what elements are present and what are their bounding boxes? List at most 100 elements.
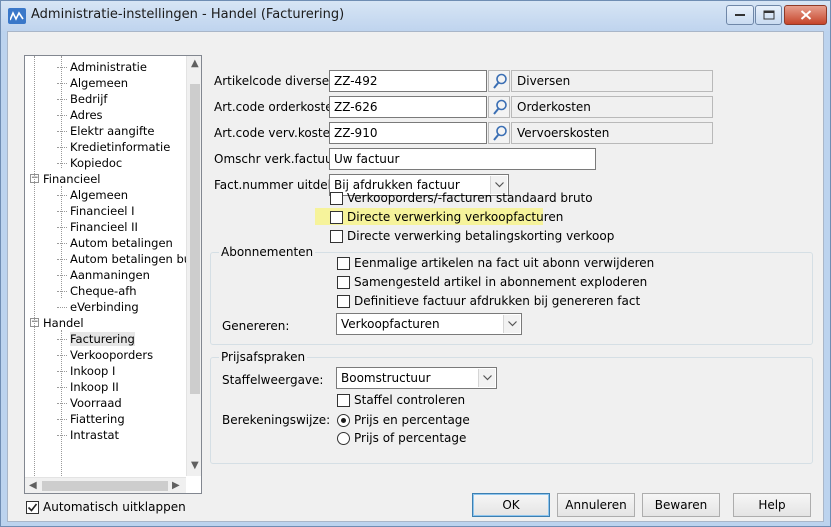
checkbox-standaard-bruto-label: Verkooporders/-facturen standaard bruto	[347, 191, 593, 205]
tree-connector	[57, 275, 67, 276]
radio-prijs-of-percentage-circle[interactable]	[337, 432, 350, 445]
tree-item-label: Intrastat	[70, 428, 120, 442]
staffelweergave-select[interactable]: Boomstructuur	[336, 367, 497, 389]
checkmark-icon	[27, 503, 38, 512]
artikelcode-diversen-search-button[interactable]	[488, 70, 510, 92]
tree-guide-line	[61, 186, 62, 298]
annuleren-button[interactable]: Annuleren	[557, 493, 635, 517]
ok-button[interactable]: OK	[472, 493, 550, 517]
tree-item[interactable]: Inkoop I	[70, 363, 115, 379]
artikelcode-diversen-label: Artikelcode diversen:	[214, 74, 341, 88]
checkbox-samengesteld-artikel-box[interactable]	[337, 276, 350, 289]
checkbox-eenmalige-artikelen-box[interactable]	[337, 257, 350, 270]
berekeningswijze-label: Berekeningswijze:	[222, 413, 331, 427]
tree-item[interactable]: Verkooporders	[70, 347, 153, 363]
tree-horizontal-thumb[interactable]	[42, 481, 168, 491]
tree-vertical-scrollbar[interactable]: ▲ ▼	[186, 56, 201, 476]
search-icon	[493, 125, 507, 141]
tree-item[interactable]: Facturering	[70, 331, 135, 347]
tree-item[interactable]: Financieel	[43, 171, 100, 187]
art-code-orderkosten-input[interactable]: ZZ-626	[329, 96, 487, 118]
tree-item-label: Autom betalingen bui	[70, 252, 195, 266]
tree-item-label: Financieel	[43, 172, 101, 186]
tree-connector	[57, 339, 67, 340]
tree-item[interactable]: Aanmaningen	[70, 267, 150, 283]
fact-nummer-uitdelen-value: Bij afdrukken factuur	[334, 178, 460, 192]
tree-item[interactable]: Fiattering	[70, 411, 125, 427]
title-bar[interactable]: Administratie-instellingen - Handel (Fac…	[1, 1, 830, 31]
close-button[interactable]	[784, 5, 827, 25]
scroll-left-icon[interactable]: ◀	[29, 480, 37, 491]
tree-item[interactable]: Intrastat	[70, 427, 119, 443]
checkbox-staffel-controleren-label: Staffel controleren	[354, 393, 466, 407]
tree-item[interactable]: Kopiedoc	[70, 155, 122, 171]
art-code-orderkosten-search-button[interactable]	[488, 96, 510, 118]
checkbox-directe-verwerking-verkoopfacturen-box[interactable]	[330, 211, 343, 224]
tree-connector	[57, 163, 67, 164]
tree-connector	[57, 67, 67, 68]
tree-item[interactable]: Financieel II	[70, 219, 138, 235]
tree-item[interactable]: Algemeen	[70, 75, 128, 91]
staffelweergave-dropdown-button[interactable]	[478, 369, 495, 387]
artikelcode-diversen-input[interactable]: ZZ-492	[329, 70, 487, 92]
checkbox-directe-verwerking-betalingskorting-box[interactable]	[330, 230, 343, 243]
tree-item[interactable]: Autom betalingen bui	[70, 251, 194, 267]
settings-tree[interactable]: Administratie Algemeen Bedrijf Adres Elektr …	[24, 55, 202, 494]
tree-item[interactable]: Elektr aangifte	[70, 123, 154, 139]
staffelweergave-label: Staffelweergave:	[222, 373, 324, 387]
genereren-label: Genereren:	[222, 319, 290, 333]
tree-item[interactable]: Financieel I	[70, 203, 135, 219]
art-code-verv-kosten-search-button[interactable]	[488, 122, 510, 144]
tree-connector	[57, 83, 67, 84]
tree-horizontal-scrollbar[interactable]: ◀ ▶	[25, 477, 186, 493]
tree-item[interactable]: Inkoop II	[70, 379, 119, 395]
genereren-select[interactable]: Verkoopfacturen	[336, 313, 522, 335]
tree-guide-line	[61, 330, 62, 480]
maximize-button[interactable]	[755, 5, 782, 25]
tree-item[interactable]: Voorraad	[70, 395, 122, 411]
tree-item[interactable]: Kredietinformatie	[70, 139, 170, 155]
tree-item[interactable]: Bedrijf	[70, 91, 107, 107]
scroll-down-icon[interactable]: ▼	[191, 460, 199, 471]
checkbox-standaard-bruto-box[interactable]	[330, 192, 343, 205]
tree-connector	[57, 211, 67, 212]
tree-item-label: Autom betalingen	[70, 236, 173, 250]
tree-item[interactable]: Adres	[70, 107, 103, 123]
artikelcode-diversen-description: Diversen	[511, 70, 713, 92]
tree-connector	[57, 403, 67, 404]
checkbox-definitieve-factuur-label: Definitieve factuur afdrukken bij genere…	[354, 294, 641, 308]
tree-connector	[57, 115, 67, 116]
tree-item-label: Verkooporders	[70, 348, 154, 362]
tree-connector	[57, 355, 67, 356]
checkbox-staffel-controleren-box[interactable]	[337, 394, 350, 407]
tree-item[interactable]: Autom betalingen	[70, 235, 173, 251]
tree-item[interactable]: Handel	[43, 315, 84, 331]
omschr-verk-factuur-label: Omschr verk.factuur:	[214, 152, 342, 166]
art-code-verv-kosten-input[interactable]: ZZ-910	[329, 122, 487, 144]
genereren-value: Verkoopfacturen	[341, 317, 440, 331]
bewaren-button[interactable]: Bewaren	[642, 493, 720, 517]
tree-item-label: Algemeen	[70, 76, 129, 90]
scroll-right-icon[interactable]: ▶	[172, 480, 180, 491]
tree-connector	[57, 147, 67, 148]
auto-expand-box[interactable]	[26, 501, 39, 514]
scroll-up-icon[interactable]: ▲	[191, 58, 199, 69]
tree-item[interactable]: Administratie	[70, 59, 147, 75]
auto-expand-checkbox[interactable]: Automatisch uitklappen	[26, 499, 196, 515]
tree-item[interactable]: eVerbinding	[70, 299, 139, 315]
tree-vertical-thumb[interactable]	[190, 84, 200, 394]
help-button[interactable]: Help	[733, 493, 811, 517]
genereren-dropdown-button[interactable]	[503, 315, 520, 333]
omschr-verk-factuur-input[interactable]: Uw factuur	[329, 148, 596, 170]
tree-item[interactable]: Cheque-afh	[70, 283, 137, 299]
checkbox-definitieve-factuur-box[interactable]	[337, 295, 350, 308]
tree-item[interactable]: Algemeen	[70, 187, 128, 203]
radio-prijs-en-percentage-circle[interactable]	[337, 414, 350, 427]
tree-item-label: Voorraad	[70, 396, 122, 410]
abonnementen-title: Abonnementen	[219, 245, 316, 259]
window-title: Administratie-instellingen - Handel (Fac…	[31, 7, 345, 22]
minimize-icon	[735, 14, 745, 16]
tree-item-label: Aanmaningen	[70, 268, 150, 282]
tree-connector	[57, 435, 67, 436]
minimize-button[interactable]	[726, 5, 754, 25]
